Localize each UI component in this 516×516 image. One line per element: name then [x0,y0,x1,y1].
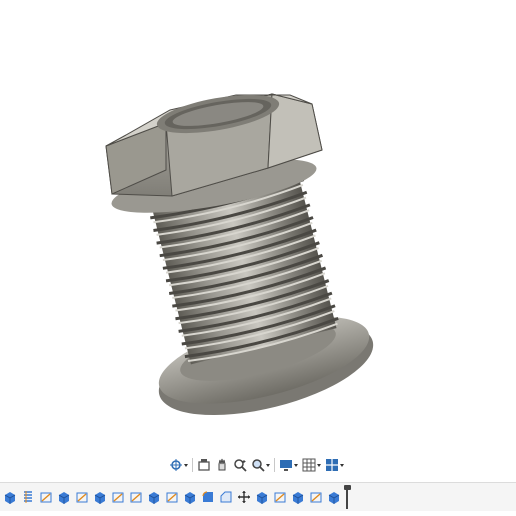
sketch-icon [310,492,322,503]
zoom-button[interactable] [232,456,248,474]
pan-button[interactable] [214,456,230,474]
timeline-feature-body[interactable] [182,488,198,506]
timeline-feature-sketch[interactable] [110,488,126,506]
extrude-icon [184,492,196,504]
extrude-icon [94,492,106,504]
grid-settings-button[interactable] [301,456,322,474]
sketch-icon [130,492,142,503]
chevron-down-icon [317,463,321,467]
viewports-button[interactable] [324,456,345,474]
timeline-bar [0,482,516,511]
timeline-features [0,488,342,506]
display-settings-icon [280,460,292,471]
timeline-feature-sketch[interactable] [308,488,324,506]
extrude-icon [256,492,268,504]
viewports-icon [326,459,338,471]
timeline-feature-sketch[interactable] [74,488,90,506]
timeline-feature-body[interactable] [92,488,108,506]
extrude-icon [148,492,160,504]
timeline-feature-sketch[interactable] [272,488,288,506]
sketch-icon [112,492,124,503]
timeline-feature-body[interactable] [56,488,72,506]
orbit-button[interactable] [168,456,189,474]
look-at-icon [198,459,210,471]
canvas-viewport[interactable] [0,0,516,478]
timeline-marker[interactable] [343,485,351,509]
toolbar-separator [192,458,193,472]
sketch-icon [40,492,52,503]
timeline-feature-body[interactable] [254,488,270,506]
timeline-feature-body[interactable] [2,488,18,506]
zoom-window-button[interactable] [250,456,271,474]
timeline-feature-fillet[interactable] [218,488,234,506]
extrude-icon [328,492,340,504]
orbit-icon [170,459,182,471]
timeline-feature-body[interactable] [326,488,342,506]
timeline-feature-body[interactable] [146,488,162,506]
chevron-down-icon [184,463,188,467]
display-settings-button[interactable] [278,456,299,474]
timeline-feature-fillet[interactable] [200,488,216,506]
navigation-toolbar [168,456,345,474]
timeline-marker-stem [346,490,348,509]
zoom-window-icon [252,459,265,472]
extrude-icon [292,492,304,504]
move-icon [238,491,250,503]
timeline-feature-sketch[interactable] [38,488,54,506]
sketch-icon [76,492,88,503]
pan-icon [218,458,226,471]
chevron-down-icon [294,463,298,467]
timeline-feature-sketch[interactable] [164,488,180,506]
grid-settings-icon [302,458,316,472]
3d-model-threaded-fitting[interactable] [0,0,516,478]
thread-icon [24,491,32,503]
sketch-icon [166,492,178,503]
toolbar-separator [274,458,275,472]
look-at-button[interactable] [196,456,212,474]
fillet-icon [202,491,213,502]
chevron-down-icon [340,463,344,467]
extrude-icon [4,492,16,504]
timeline-feature-sketch[interactable] [20,488,36,506]
timeline-feature-sketch[interactable] [128,488,144,506]
extrude-icon [58,492,70,504]
chamfer-icon [220,491,232,503]
timeline-feature-move[interactable] [236,488,252,506]
sketch-icon [274,492,286,503]
zoom-icon [234,459,247,472]
chevron-down-icon [266,463,270,467]
timeline-feature-body[interactable] [290,488,306,506]
